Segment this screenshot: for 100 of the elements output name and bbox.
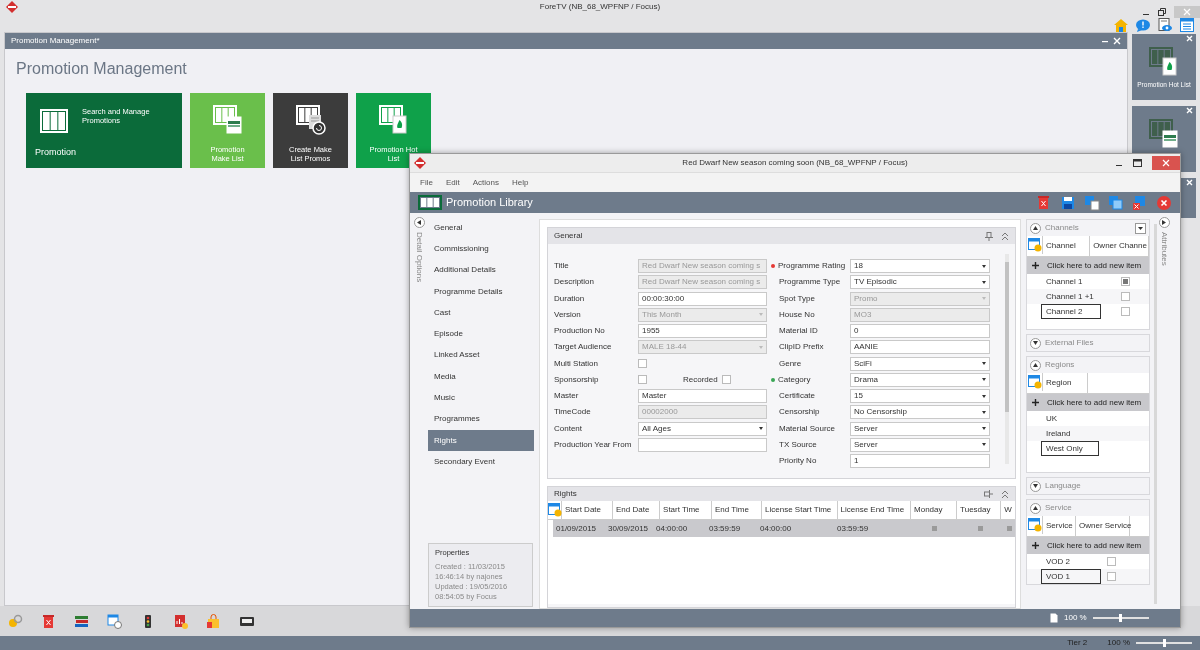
dropdown-field[interactable]: TV Episodic bbox=[850, 275, 990, 290]
expand-toggle[interactable] bbox=[1030, 337, 1041, 349]
list-item[interactable]: VOD 1 bbox=[1041, 569, 1101, 584]
close-icon[interactable] bbox=[1152, 156, 1180, 170]
input-field[interactable]: 1 bbox=[850, 454, 990, 469]
menu-item[interactable]: File bbox=[420, 176, 433, 189]
add-row[interactable]: Click here to add new item bbox=[1027, 537, 1149, 554]
save-delete-icon[interactable] bbox=[1132, 194, 1148, 211]
nav-item[interactable]: Cast bbox=[428, 302, 534, 324]
zoom-slider-thumb[interactable] bbox=[1119, 614, 1123, 622]
delete-icon[interactable] bbox=[1036, 194, 1052, 211]
nav-item[interactable]: Episode bbox=[428, 323, 534, 345]
dropdown-field[interactable]: Server bbox=[850, 421, 990, 436]
column-header[interactable]: Owner Service bbox=[1076, 516, 1130, 536]
table-row[interactable]: 01/09/2015 30/09/2015 04:00:00 03:59:59 04:00:00 03:59:59 bbox=[553, 520, 1015, 537]
chart-icon[interactable] bbox=[173, 613, 189, 629]
nav-item[interactable]: Rights bbox=[428, 429, 534, 452]
menu-item[interactable]: Edit bbox=[445, 176, 460, 189]
checkbox[interactable] bbox=[721, 375, 731, 385]
grid-settings-icon[interactable] bbox=[1028, 238, 1042, 252]
checkbox[interactable] bbox=[1121, 292, 1130, 301]
menu-item[interactable]: Help bbox=[511, 176, 529, 189]
nav-item[interactable]: Media bbox=[428, 366, 534, 388]
column-header[interactable]: Region bbox=[1043, 373, 1088, 393]
nav-item[interactable]: Music bbox=[428, 387, 534, 409]
column-header[interactable]: Owner Channe bbox=[1090, 236, 1149, 256]
dropdown-field[interactable]: 18 bbox=[850, 259, 990, 274]
zoom-slider-thumb[interactable] bbox=[1162, 639, 1166, 647]
dropdown-field[interactable]: SciFi bbox=[850, 356, 990, 371]
grid-settings-icon[interactable] bbox=[548, 503, 562, 517]
dropdown-field[interactable]: All Ages bbox=[638, 421, 767, 436]
column-header[interactable]: Tuesday bbox=[957, 501, 1002, 519]
maximize-icon[interactable] bbox=[1133, 159, 1142, 167]
dropdown-field[interactable]: Drama bbox=[850, 372, 990, 387]
checkbox[interactable] bbox=[1107, 557, 1116, 566]
checkbox[interactable] bbox=[1107, 572, 1116, 581]
checkbox[interactable] bbox=[977, 526, 983, 531]
grid-settings-icon[interactable] bbox=[1028, 375, 1042, 389]
checkbox[interactable] bbox=[1007, 526, 1012, 531]
dropdown-field[interactable]: No Censorship bbox=[850, 405, 990, 420]
expand-button[interactable] bbox=[1158, 217, 1170, 228]
expand-toggle[interactable] bbox=[1030, 480, 1041, 492]
input-field[interactable]: Master bbox=[638, 389, 767, 404]
checkbox[interactable] bbox=[1121, 307, 1130, 316]
save-document-icon[interactable] bbox=[1084, 194, 1100, 211]
restore-icon[interactable] bbox=[1158, 7, 1166, 16]
close-icon[interactable] bbox=[1186, 107, 1193, 114]
close-icon[interactable] bbox=[1113, 37, 1121, 45]
checkbox[interactable] bbox=[931, 526, 937, 531]
grid-settings-icon[interactable] bbox=[1028, 518, 1042, 532]
pin-icon[interactable] bbox=[984, 490, 993, 498]
input-field[interactable]: 0 bbox=[850, 324, 990, 339]
nav-item[interactable]: Linked Asset bbox=[428, 344, 534, 367]
input-field[interactable]: 1955 bbox=[638, 324, 767, 339]
column-header[interactable]: Service bbox=[1043, 516, 1076, 536]
list-item[interactable]: VOD 2 bbox=[1041, 554, 1101, 569]
list-item[interactable]: Channel 2 bbox=[1041, 304, 1101, 319]
shopping-bag-icon[interactable] bbox=[206, 613, 222, 629]
close-icon[interactable] bbox=[1156, 194, 1172, 211]
column-header[interactable]: Channel bbox=[1043, 236, 1091, 256]
add-row[interactable]: Click here to add new item bbox=[1027, 257, 1149, 274]
column-header[interactable]: Start Time bbox=[660, 501, 713, 519]
nav-item[interactable]: General bbox=[428, 217, 534, 239]
input-field[interactable]: AANIE bbox=[850, 340, 990, 355]
close-icon[interactable] bbox=[1186, 35, 1193, 42]
column-header[interactable]: Monday bbox=[911, 501, 958, 519]
books-icon[interactable] bbox=[74, 613, 90, 629]
column-header[interactable]: End Date bbox=[613, 501, 661, 519]
dropdown-field[interactable]: 15 bbox=[850, 389, 990, 404]
trash-icon[interactable] bbox=[41, 613, 57, 629]
add-row[interactable]: Click here to add new item bbox=[1027, 394, 1149, 411]
column-header[interactable]: License Start Time bbox=[762, 501, 838, 519]
expand-toggle[interactable] bbox=[1030, 359, 1041, 371]
expand-toggle[interactable] bbox=[1030, 222, 1041, 234]
list-item[interactable]: Channel 1 bbox=[1041, 274, 1101, 289]
collapse-button[interactable] bbox=[413, 217, 425, 228]
column-header[interactable]: End Time bbox=[712, 501, 763, 519]
nav-item[interactable]: Commissioning bbox=[428, 238, 534, 260]
nav-item[interactable]: Programmes bbox=[428, 408, 534, 430]
checkbox[interactable] bbox=[638, 375, 647, 385]
collapse-icon[interactable] bbox=[1001, 490, 1009, 498]
input-field[interactable] bbox=[638, 437, 767, 452]
document-eye-icon[interactable] bbox=[1158, 18, 1172, 32]
home-icon[interactable] bbox=[1114, 19, 1128, 32]
checkbox[interactable] bbox=[1121, 277, 1130, 286]
dropdown-field[interactable]: Server bbox=[850, 437, 990, 452]
nav-item[interactable]: Secondary Event bbox=[428, 451, 534, 473]
column-header[interactable]: Start Date bbox=[562, 501, 613, 519]
copy-icon[interactable] bbox=[1108, 194, 1124, 211]
list-icon[interactable] bbox=[1180, 18, 1194, 32]
collapse-icon[interactable] bbox=[1001, 231, 1009, 241]
pin-icon[interactable] bbox=[985, 231, 993, 241]
list-item[interactable]: West Only bbox=[1041, 441, 1099, 456]
menu-item[interactable]: Actions bbox=[472, 176, 499, 189]
calendar-clock-icon[interactable] bbox=[107, 613, 123, 629]
expand-toggle[interactable] bbox=[1030, 502, 1041, 514]
input-field[interactable]: 00:00:30:00 bbox=[638, 291, 767, 306]
dropdown-button[interactable] bbox=[1135, 222, 1146, 234]
nav-item[interactable]: Additional Details bbox=[428, 259, 534, 281]
list-item[interactable]: UK bbox=[1041, 411, 1099, 426]
